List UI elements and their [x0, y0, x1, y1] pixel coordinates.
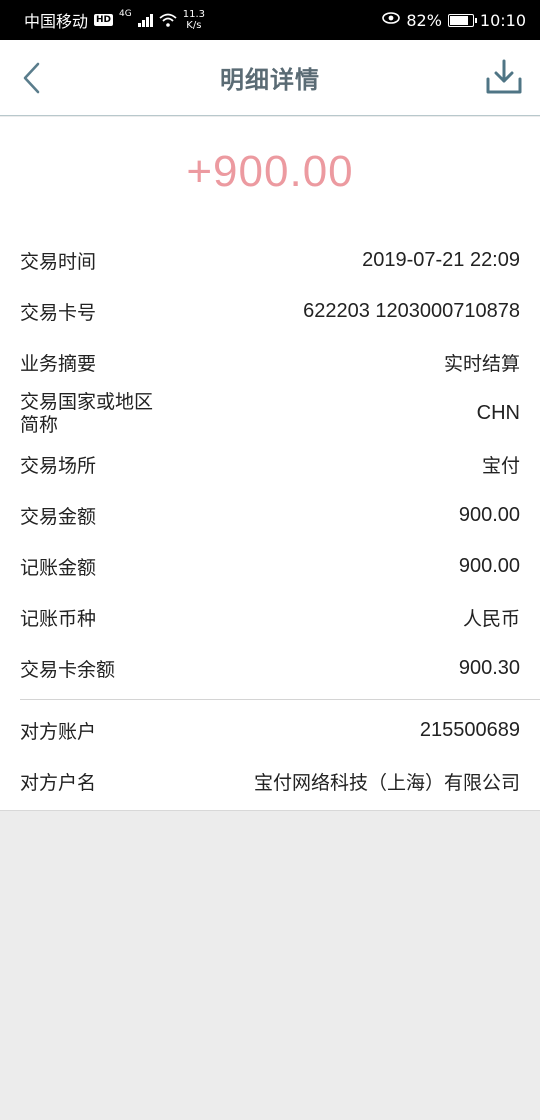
detail-value: 2019-07-21 22:09	[362, 249, 520, 271]
eye-comfort-icon	[382, 12, 401, 28]
detail-value: 宝付网络科技（上海）有限公司	[253, 772, 520, 794]
detail-value: 215500689	[419, 719, 520, 741]
detail-row-counterparty-name: 对方户名 宝付网络科技（上海）有限公司	[0, 756, 540, 807]
detail-row-card-balance: 交易卡余额 900.30	[0, 643, 540, 694]
detail-value: 实时结算	[443, 353, 520, 375]
detail-label: 记账金额	[20, 557, 97, 579]
detail-list: 交易时间 2019-07-21 22:09 交易卡号 622203 120300…	[0, 235, 540, 807]
detail-value: 宝付	[481, 455, 520, 477]
detail-value: 622203 1203000710878	[303, 300, 520, 322]
download-button[interactable]	[484, 56, 524, 98]
detail-label: 交易国家或地区 简称	[20, 390, 154, 436]
detail-row-summary: 业务摘要 实时结算	[0, 337, 540, 388]
detail-row-posted-amount: 记账金额 900.00	[0, 541, 540, 592]
detail-value: 900.30	[458, 657, 520, 679]
detail-row-transaction-time: 交易时间 2019-07-21 22:09	[0, 235, 540, 286]
detail-value: 900.00	[458, 504, 520, 526]
detail-label: 对方户名	[20, 772, 97, 794]
detail-label: 交易时间	[20, 251, 97, 273]
detail-label: 交易卡余额	[20, 659, 116, 681]
detail-label: 交易金额	[20, 506, 97, 528]
clock: 10:10	[479, 10, 526, 30]
detail-label: 交易卡号	[20, 302, 97, 324]
detail-row-merchant: 交易场所 宝付	[0, 439, 540, 490]
detail-row-currency: 记账币种 人民币	[0, 592, 540, 643]
section-divider	[20, 699, 540, 700]
carrier-name: 中国移动	[24, 12, 89, 31]
detail-label: 交易场所	[20, 455, 97, 477]
hd-badge: HD	[94, 14, 114, 26]
battery-percent: 82%	[406, 10, 442, 30]
app-header: 明细详情	[0, 40, 540, 116]
network-type: 4G	[119, 9, 132, 19]
detail-row-card-number: 交易卡号 622203 1203000710878	[0, 286, 540, 337]
back-button[interactable]	[14, 58, 50, 98]
detail-row-counterparty-account: 对方账户 215500689	[0, 705, 540, 756]
wifi-icon	[159, 13, 177, 27]
detail-label: 记账币种	[20, 608, 97, 630]
transaction-amount: +900.00	[186, 147, 354, 196]
page-title: 明细详情	[220, 66, 320, 94]
detail-value: 900.00	[458, 555, 520, 577]
detail-row-transaction-amount: 交易金额 900.00	[0, 490, 540, 541]
battery-icon	[447, 13, 477, 27]
network-speed: 11.3 K/s	[182, 9, 205, 31]
download-icon	[486, 59, 522, 94]
chevron-left-icon	[23, 62, 40, 94]
status-bar: 中国移动 HD 4G 11.3 K/s 82% 10:10	[0, 0, 540, 40]
detail-row-country: 交易国家或地区 简称 CHN	[0, 388, 540, 439]
signal-icon	[137, 13, 153, 27]
detail-card: +900.00 交易时间 2019-07-21 22:09 交易卡号 62220…	[0, 117, 540, 811]
detail-label: 对方账户	[20, 721, 97, 743]
detail-label: 业务摘要	[20, 353, 97, 375]
detail-value: CHN	[476, 402, 520, 424]
detail-value: 人民币	[462, 608, 520, 630]
